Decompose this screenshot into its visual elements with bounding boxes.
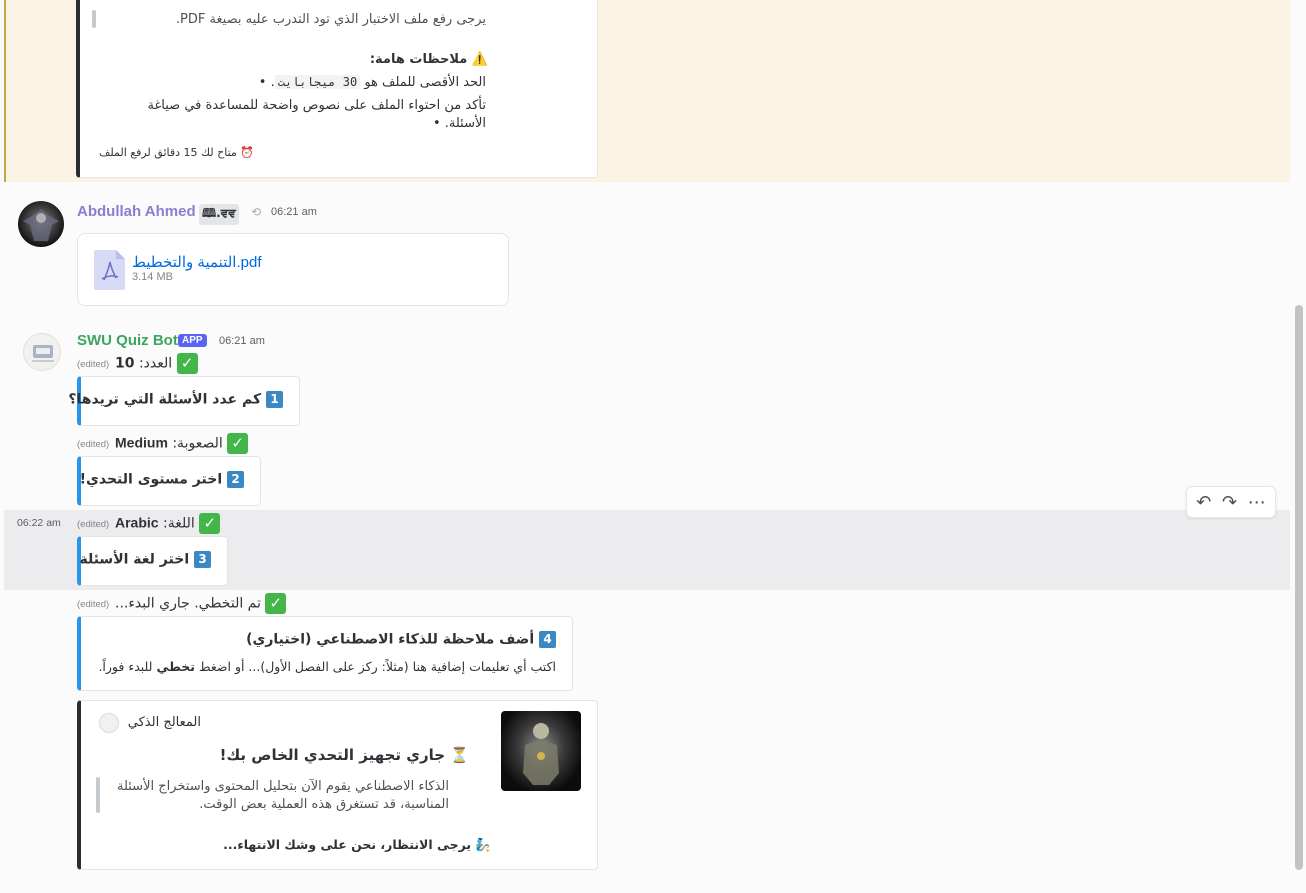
message-time: 06:21 am bbox=[219, 335, 265, 347]
file-name-link[interactable]: التنمية والتخطيط.pdf bbox=[132, 253, 262, 271]
count-value: 10 bbox=[115, 355, 135, 372]
q4-desc-bold: تخطي bbox=[156, 659, 195, 674]
avatar-figure-icon bbox=[23, 209, 59, 241]
file-attachment[interactable]: التنمية والتخطيط.pdf 3.14 MB bbox=[77, 233, 509, 306]
q4-desc-suffix: للبدء فوراً. bbox=[98, 659, 153, 674]
quote-bar bbox=[92, 10, 96, 28]
edited-label: (edited) bbox=[77, 359, 110, 370]
bullet1-text: الحد الأقصى للملف هو bbox=[364, 75, 486, 90]
message-time: 06:21 am bbox=[271, 206, 317, 218]
q2-title: 2 اختر مستوى التحدي! bbox=[80, 471, 244, 488]
edited-label: (edited) bbox=[77, 519, 110, 530]
difficulty-value: Medium bbox=[115, 434, 168, 451]
difficulty-embed: 2 اختر مستوى التحدي! bbox=[77, 456, 261, 506]
author-name: المعالج الذكي bbox=[127, 715, 201, 730]
forward-icon[interactable]: ↷ bbox=[1222, 492, 1237, 513]
bot-name[interactable]: SWU Quiz Bot bbox=[77, 332, 178, 349]
keycap-2-icon: 2 bbox=[227, 471, 244, 488]
count-status: ✓ العدد: 10 bbox=[115, 353, 198, 374]
app-badge: APP bbox=[178, 334, 207, 347]
hover-timestamp: 06:22 am bbox=[17, 517, 61, 529]
upload-instructions-embed: يرجى رفع ملف الاختبار الذي تود التدرب عل… bbox=[76, 0, 598, 178]
bullet1-code: 30 ميجابايت bbox=[274, 75, 361, 89]
ai-note-embed: 4 أضف ملاحظة للذكاء الاصطناعي (اختياري) … bbox=[77, 616, 573, 691]
skip-status: ✓ تم التخطي. جاري البدء... bbox=[115, 593, 287, 614]
q3-title: 3 اختر لغة الأسئلة bbox=[79, 551, 211, 568]
timer-icon: ⟲ bbox=[251, 205, 262, 219]
q3-text: اختر لغة الأسئلة bbox=[79, 551, 190, 568]
edited-label: (edited) bbox=[77, 599, 110, 610]
processing-quote: الذكاء الاصطناعي يقوم الآن بتحليل المحتو… bbox=[116, 779, 449, 812]
file-size: 3.14 MB bbox=[132, 271, 173, 283]
timer-note: ⏰ متاح لك 15 دقائق لرفع الملف bbox=[98, 146, 254, 159]
language-embed: 3 اختر لغة الأسئلة bbox=[77, 536, 228, 586]
q4-desc-text: اكتب أي تعليمات إضافية هنا (مثلاً: ركز ع… bbox=[198, 659, 556, 674]
bot-avatar[interactable] bbox=[23, 333, 61, 371]
q2-text: اختر مستوى التحدي! bbox=[79, 471, 223, 488]
keycap-1-icon: 1 bbox=[266, 391, 283, 408]
check-icon: ✓ bbox=[176, 353, 198, 374]
q4-text: أضف ملاحظة للذكاء الاصطناعي (اختياري) bbox=[246, 631, 535, 648]
message-actions-toolbar: ↶ ↷ ⋯ bbox=[1186, 486, 1276, 518]
avatar[interactable] bbox=[18, 201, 64, 247]
q4-title: 4 أضف ملاحظة للذكاء الاصطناعي (اختياري) bbox=[246, 631, 556, 648]
keycap-4-icon: 4 bbox=[539, 631, 556, 648]
processing-embed: المعالج الذكي ⏳ جاري تجهيز التحدي الخاص … bbox=[77, 700, 598, 870]
check-icon: ✓ bbox=[199, 513, 221, 534]
bot-logo-icon bbox=[32, 345, 54, 362]
language-label: اللغة: bbox=[163, 515, 195, 532]
note-bullet-1: الحد الأقصى للملف هو 30 ميجابايت. • bbox=[258, 75, 486, 90]
processing-title: ⏳ جاري تجهيز التحدي الخاص بك! bbox=[219, 746, 469, 764]
pdf-file-icon bbox=[94, 250, 125, 290]
scrollbar[interactable] bbox=[1295, 305, 1303, 870]
q1-title: 1 كم عدد الأسئلة التي تريدها؟ bbox=[68, 391, 283, 408]
bullet2-text: تأكد من احتواء الملف على نصوص واضحة للمس… bbox=[147, 98, 486, 131]
q4-description: اكتب أي تعليمات إضافية هنا (مثلاً: ركز ع… bbox=[98, 659, 556, 674]
author-avatar bbox=[99, 713, 119, 733]
question-count-embed: 1 كم عدد الأسئلة التي تريدها؟ bbox=[68, 376, 300, 426]
processing-thumbnail[interactable] bbox=[501, 711, 581, 791]
armored-figure-icon bbox=[523, 723, 559, 785]
difficulty-status: ✓ الصعوبة: Medium bbox=[115, 433, 249, 454]
upload-quote-text: يرجى رفع ملف الاختبار الذي تود التدرب عل… bbox=[175, 12, 486, 27]
note-bullet-2: تأكد من احتواء الملف على نصوص واضحة للمس… bbox=[147, 98, 486, 131]
language-status: ✓ اللغة: Arabic bbox=[115, 513, 221, 534]
edited-label: (edited) bbox=[77, 439, 110, 450]
language-value: Arabic bbox=[115, 514, 159, 531]
notes-title: ⚠️ ملاحظات هامة: bbox=[369, 52, 488, 67]
more-icon[interactable]: ⋯ bbox=[1248, 492, 1266, 513]
processing-footer: 🧞 يرجى الانتظار، نحن على وشك الانتهاء... bbox=[223, 837, 491, 852]
difficulty-label: الصعوبة: bbox=[172, 435, 223, 452]
user-tag: 🕮.ਵਵ bbox=[199, 204, 239, 225]
skip-text: تم التخطي. جاري البدء... bbox=[115, 595, 261, 612]
quote-bar bbox=[96, 777, 100, 813]
user-name[interactable]: Abdullah Ahmed bbox=[77, 203, 196, 220]
keycap-3-icon: 3 bbox=[194, 551, 211, 568]
q1-text: كم عدد الأسئلة التي تريدها؟ bbox=[68, 391, 262, 408]
reply-icon[interactable]: ↶ bbox=[1196, 492, 1211, 513]
count-label: العدد: bbox=[138, 355, 173, 372]
check-icon: ✓ bbox=[227, 433, 249, 454]
check-icon: ✓ bbox=[265, 593, 287, 614]
